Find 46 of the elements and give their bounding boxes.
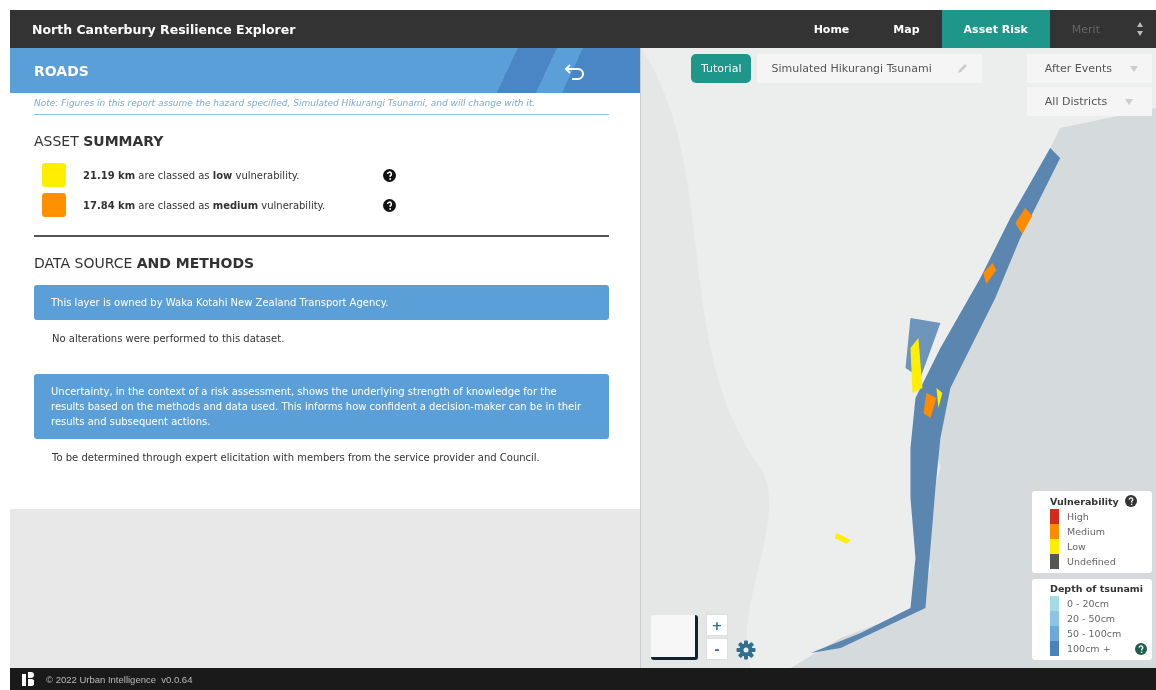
legend-label: Medium xyxy=(1067,526,1105,537)
nav-tab[interactable]: Map xyxy=(871,10,942,48)
panel-title: ROADS xyxy=(34,62,89,79)
app-title: North Canterbury Resilience Explorer xyxy=(32,21,297,37)
legend-title: Depth of tsunami xyxy=(1050,583,1143,594)
settings-icon[interactable] xyxy=(736,640,756,660)
tutorial-button[interactable]: Tutorial xyxy=(691,54,752,83)
summary-text: 17.84 km are classed as medium vulnerability. xyxy=(83,199,327,211)
legend-label: 100cm + xyxy=(1067,643,1111,654)
hazard-dropdown[interactable]: Simulated Hikurangi Tsunami xyxy=(757,54,982,83)
caret-icon xyxy=(1130,65,1138,72)
note-text: Note: Figures in this report assume the hazard specified, Simulated Hikurangi Tsunami, and will change with it. xyxy=(34,98,609,115)
legend-label: 50 - 100cm xyxy=(1067,628,1122,639)
sort-icon[interactable] xyxy=(1136,21,1144,37)
nav-tab[interactable]: Home xyxy=(791,10,872,48)
legend-label: 0 - 20cm xyxy=(1067,598,1110,609)
nav-tab[interactable]: Asset Risk xyxy=(941,10,1050,48)
help-icon[interactable] xyxy=(1135,643,1147,655)
logo-icon xyxy=(22,672,34,686)
basemap-toggle[interactable] xyxy=(651,615,698,660)
caret-icon xyxy=(1125,98,1134,105)
timing-label: After Events xyxy=(1044,62,1112,75)
summary-text: 21.19 km are classed as low vulnerability. xyxy=(83,169,301,181)
help-icon[interactable] xyxy=(1124,495,1137,507)
section-heading: DATA SOURCE AND METHODS xyxy=(34,255,256,271)
district-dropdown[interactable]: All Districts xyxy=(1026,87,1152,116)
zoom-in-button[interactable]: + xyxy=(706,614,728,636)
district-label: All Districts xyxy=(1044,95,1108,108)
timing-dropdown[interactable]: After Events xyxy=(1026,54,1152,83)
copyright-text: © 2022 Urban Intelligence v0.0.64 xyxy=(46,673,193,685)
help-icon[interactable] xyxy=(383,168,396,182)
section-heading: ASSET SUMMARY xyxy=(34,133,165,149)
legend-label: High xyxy=(1067,511,1089,522)
hazard-label: Simulated Hikurangi Tsunami xyxy=(771,62,932,75)
body-text: No alterations were performed to this dataset. xyxy=(52,333,286,344)
body-text: To be determined through expert elicitation with members from the service provider and Council. xyxy=(52,452,541,463)
legend-label: Undefined xyxy=(1067,556,1116,567)
legend-label: Low xyxy=(1067,541,1086,552)
back-icon[interactable] xyxy=(564,61,586,80)
legend-label: 20 - 50cm xyxy=(1067,613,1116,624)
help-icon[interactable] xyxy=(383,198,396,212)
legend-title: Vulnerability xyxy=(1050,495,1119,507)
zoom-out-button[interactable]: - xyxy=(706,638,728,660)
pencil-icon xyxy=(955,62,968,75)
info-callout: Uncertainty, in the context of a risk assessment, shows the underlying strength of knowledge for the results based on the methods and data used. This informs how confident a decision-maker can be in their results and subsequent actions. xyxy=(34,374,609,439)
info-callout: This layer is owned by Waka Kotahi New Zealand Transport Agency. xyxy=(34,285,609,320)
